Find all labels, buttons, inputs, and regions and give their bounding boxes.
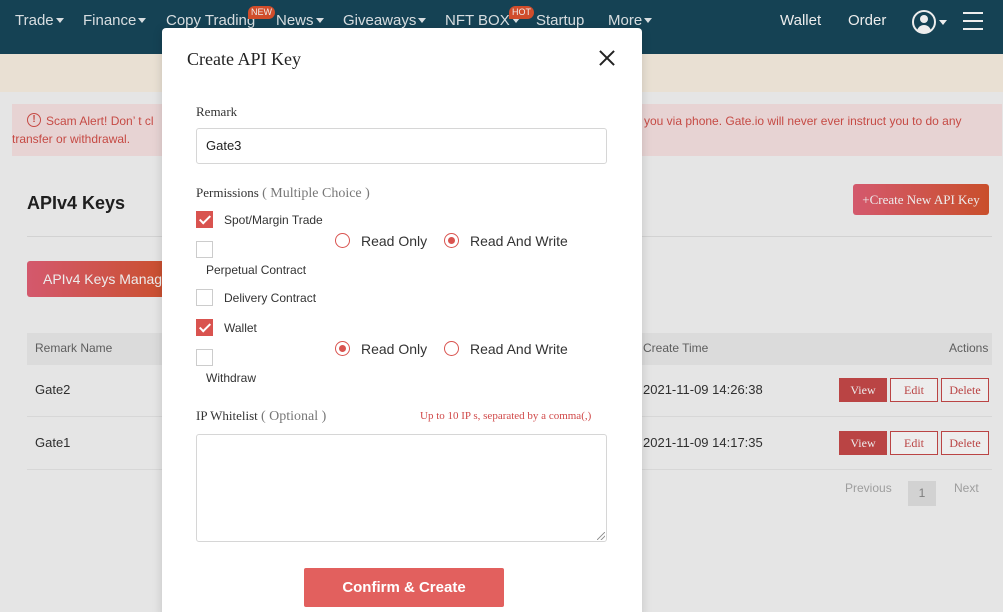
spot-read-write-label: Read And Write [470, 233, 568, 249]
spot-read-write-radio[interactable] [444, 233, 459, 248]
ip-whitelist-optional: ( Optional ) [261, 409, 327, 424]
wallet-checkbox[interactable] [196, 319, 213, 336]
withdraw-label: Withdraw [206, 371, 257, 385]
permissions-hint: ( Multiple Choice ) [262, 186, 370, 201]
wallet-read-write-radio[interactable] [444, 341, 459, 356]
spot-read-only-label: Read Only [361, 233, 428, 249]
remark-label: Remark [196, 104, 238, 119]
perpetual-contract-checkbox[interactable] [196, 241, 213, 258]
permissions-label: Permissions ( Multiple Choice ) [196, 185, 370, 202]
remark-input[interactable]: Gate3 [196, 128, 607, 164]
confirm-create-button[interactable]: Confirm & Create [304, 568, 504, 607]
ip-whitelist-hint: Up to 10 IP s, separated by a comma(,) [420, 410, 592, 422]
spot-margin-trade-checkbox[interactable] [196, 211, 213, 228]
withdraw-checkbox[interactable] [196, 349, 213, 366]
ip-whitelist-label: IP Whitelist ( Optional ) [196, 408, 326, 425]
wallet-label: Wallet [224, 321, 257, 335]
perpetual-contract-label: Perpetual Contract [206, 263, 307, 277]
delivery-contract-checkbox[interactable] [196, 289, 213, 306]
wallet-read-write-label: Read And Write [470, 341, 568, 357]
create-api-key-modal: Create API Key Remark Gate3 Permissions … [162, 28, 642, 612]
wallet-read-only-radio[interactable] [335, 341, 350, 356]
spot-read-only-radio[interactable] [335, 233, 350, 248]
ip-whitelist-textarea[interactable] [196, 434, 607, 542]
modal-title: Create API Key [187, 49, 301, 69]
delivery-contract-label: Delivery Contract [224, 291, 317, 305]
close-icon[interactable] [598, 49, 616, 67]
permissions-label-text: Permissions [196, 185, 259, 200]
spot-margin-trade-label: Spot/Margin Trade [224, 213, 323, 227]
ip-whitelist-label-text: IP Whitelist [196, 408, 258, 423]
resize-grip-icon[interactable] [597, 532, 605, 540]
wallet-read-only-label: Read Only [361, 341, 428, 357]
